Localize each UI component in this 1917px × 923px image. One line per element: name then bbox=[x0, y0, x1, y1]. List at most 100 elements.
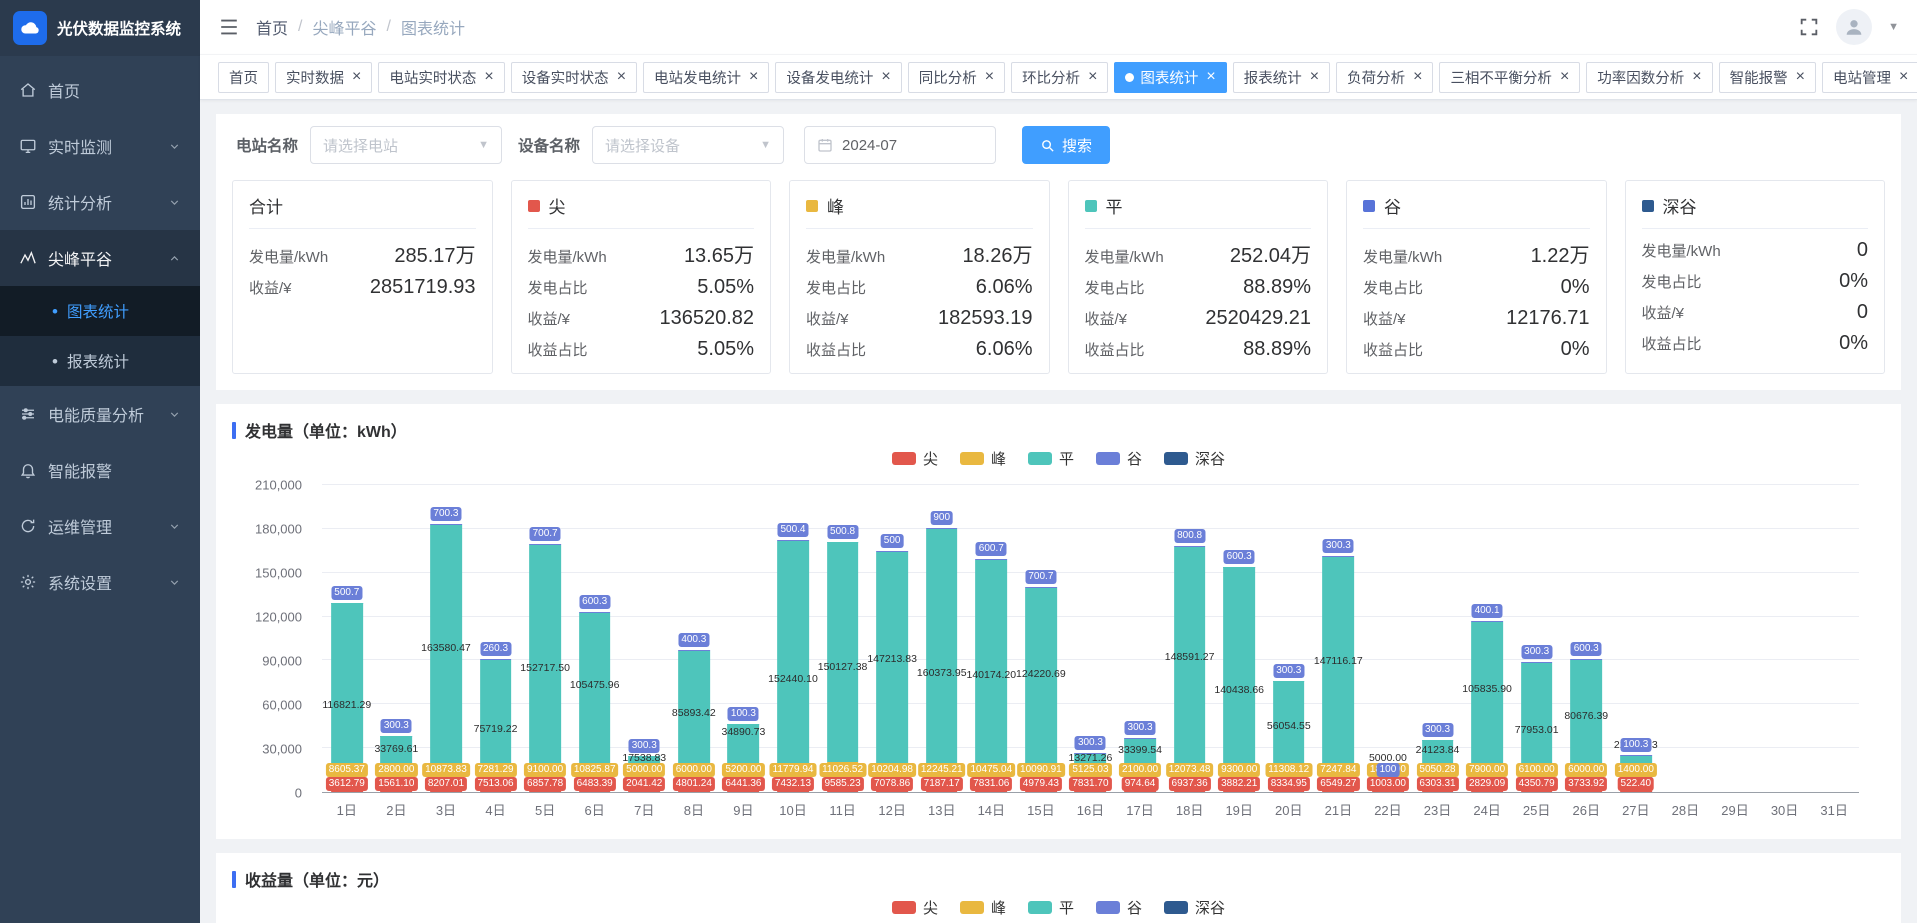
bar-column-15[interactable]: 124220.69 10090.91 4979.43 700.7 15日 bbox=[1016, 485, 1066, 818]
sidebar-item-realtime-monitor[interactable]: 实时监测 bbox=[0, 118, 200, 174]
close-icon[interactable]: × bbox=[881, 69, 890, 85]
tab-report-statistics[interactable]: 报表统计 × bbox=[1232, 61, 1331, 93]
bar-column-14[interactable]: 140174.20 10475.04 7831.06 600.7 14日 bbox=[966, 485, 1016, 818]
sidebar-item-peak-valley[interactable]: 尖峰平谷 bbox=[0, 230, 200, 286]
tab-device-generation-stats[interactable]: 设备发电统计 × bbox=[775, 61, 902, 93]
sidebar-item-chart-statistics[interactable]: • 图表统计 bbox=[0, 286, 200, 336]
ping-value-label: 105475.96 bbox=[569, 678, 620, 691]
tab-yoy-analysis[interactable]: 同比分析 × bbox=[907, 61, 1006, 93]
sidebar-item-statistical-analysis[interactable]: 统计分析 bbox=[0, 174, 200, 230]
legend-item-平[interactable]: 平 bbox=[1027, 897, 1074, 918]
bar-column-6[interactable]: 105475.96 10825.87 6483.39 600.3 6日 bbox=[569, 485, 620, 818]
tab-station-realtime-status[interactable]: 电站实时状态 × bbox=[378, 61, 505, 93]
close-icon[interactable]: × bbox=[985, 69, 994, 85]
bar-column-27[interactable]: 22990.731400.00522.40100.327日 bbox=[1611, 485, 1661, 818]
bar-column-12[interactable]: 147213.83 10204.98 7078.86 500 12日 bbox=[867, 485, 917, 818]
close-icon[interactable]: × bbox=[1413, 69, 1422, 85]
sidebar-item-power-quality-analysis[interactable]: 电能质量分析 bbox=[0, 386, 200, 442]
legend-item-深谷[interactable]: 深谷 bbox=[1164, 448, 1225, 469]
sidebar-item-operation-maintenance[interactable]: 运维管理 bbox=[0, 498, 200, 554]
bar-column-19[interactable]: 140438.66 9300.00 3882.21 600.3 19日 bbox=[1214, 485, 1264, 818]
bar-column-16[interactable]: 13271.26 5125.03 7831.70 300.3 16日 bbox=[1066, 485, 1116, 818]
tab-device-realtime-status[interactable]: 设备实时状态 × bbox=[510, 61, 638, 93]
close-icon[interactable]: × bbox=[1692, 69, 1701, 85]
bar-column-28[interactable]: 28日 bbox=[1661, 485, 1711, 818]
bar-column-7[interactable]: 17538.83 5000.00 2041.42 300.3 7日 bbox=[619, 485, 669, 818]
tab-chart-statistics[interactable]: 图表统计 × bbox=[1114, 61, 1227, 93]
tab-power-factor-analysis[interactable]: 功率因数分析 × bbox=[1586, 61, 1713, 93]
legend-item-尖[interactable]: 尖 bbox=[891, 448, 938, 469]
bar-column-29[interactable]: 29日 bbox=[1710, 485, 1760, 818]
tab-realtime-data[interactable]: 实时数据 × bbox=[275, 61, 373, 93]
month-picker[interactable]: 2024-07 bbox=[804, 126, 997, 164]
close-icon[interactable]: × bbox=[1899, 69, 1908, 85]
bar-column-22[interactable]: 5000.001800.001003.0010022日 bbox=[1363, 485, 1413, 818]
bar-column-17[interactable]: 33399.54 2100.00 974.64 300.3 17日 bbox=[1115, 485, 1165, 818]
bar-column-23[interactable]: 24123.84 5050.28 6303.31 300.3 23日 bbox=[1413, 485, 1463, 818]
x-axis-label: 25日 bbox=[1522, 803, 1551, 818]
bar-column-21[interactable]: 147116.17 7247.84 6549.27 300.3 21日 bbox=[1314, 485, 1364, 818]
bar-column-24[interactable]: 105835.90 7900.00 2829.09 400.1 24日 bbox=[1462, 485, 1512, 818]
jian-value-label: 2829.09 bbox=[1466, 777, 1509, 791]
legend-item-峰[interactable]: 峰 bbox=[959, 448, 1006, 469]
ping-value-label: 85893.42 bbox=[671, 706, 716, 719]
tab-three-phase-unbalance[interactable]: 三相不平衡分析 × bbox=[1439, 61, 1581, 93]
legend-item-谷[interactable]: 谷 bbox=[1096, 448, 1142, 469]
bar-segment-平 bbox=[826, 542, 859, 762]
legend-item-深谷[interactable]: 深谷 bbox=[1164, 897, 1225, 918]
tab-mom-analysis[interactable]: 环比分析 × bbox=[1011, 61, 1109, 93]
tab-station-management[interactable]: 电站管理 × bbox=[1821, 61, 1917, 93]
close-icon[interactable]: × bbox=[1796, 69, 1805, 85]
bar-column-3[interactable]: 163580.47 10873.83 8207.01 700.3 3日 bbox=[421, 485, 471, 818]
close-icon[interactable]: × bbox=[484, 69, 493, 85]
sidebar-item-smart-alarm[interactable]: 智能报警 bbox=[0, 442, 200, 498]
metric-value: 136520.82 bbox=[659, 307, 754, 329]
close-icon[interactable]: × bbox=[749, 69, 758, 85]
bar-column-25[interactable]: 77953.01 6100.00 4350.79 300.3 25日 bbox=[1512, 485, 1562, 818]
metric-value: 6.06% bbox=[975, 338, 1033, 360]
tab-station-generation-stats[interactable]: 电站发电统计 × bbox=[643, 61, 770, 93]
bar-column-13[interactable]: 160373.95 12245.21 7187.17 900 13日 bbox=[917, 485, 967, 818]
search-button[interactable]: 搜索 bbox=[1022, 126, 1111, 164]
bar-column-18[interactable]: 148591.27 12073.48 6937.36 800.8 18日 bbox=[1165, 485, 1214, 818]
tab-home[interactable]: 首页 bbox=[218, 61, 269, 93]
device-select[interactable]: 请选择设备 ▼ bbox=[592, 126, 785, 164]
close-icon[interactable]: × bbox=[1088, 69, 1097, 85]
bar-column-9[interactable]: 34890.73 5200.00 6441.36 100.3 9日 bbox=[719, 485, 769, 818]
bar-column-11[interactable]: 150127.38 11026.52 9585.23 500.8 11日 bbox=[818, 485, 867, 818]
legend-item-平[interactable]: 平 bbox=[1027, 448, 1074, 469]
tab-load-analysis[interactable]: 负荷分析 × bbox=[1336, 61, 1434, 93]
tab-smart-alarm[interactable]: 智能报警 × bbox=[1718, 61, 1816, 93]
sidebar-collapse-button[interactable] bbox=[218, 16, 240, 38]
bar-column-1[interactable]: 116821.29 8605.37 3612.79 500.7 1日 bbox=[322, 485, 372, 818]
bar-column-26[interactable]: 80676.39 6000.00 3733.92 600.3 26日 bbox=[1561, 485, 1611, 818]
bar-column-31[interactable]: 31日 bbox=[1809, 485, 1859, 818]
user-menu-caret-icon[interactable]: ▼ bbox=[1888, 21, 1899, 33]
breadcrumb-item-peak-valley[interactable]: 尖峰平谷 bbox=[312, 15, 376, 39]
bar-column-10[interactable]: 152440.10 11779.94 7432.13 500.4 10日 bbox=[768, 485, 818, 818]
sidebar-item-system-settings[interactable]: 系统设置 bbox=[0, 554, 200, 610]
bar-column-20[interactable]: 56054.55 11308.12 8334.95 300.3 20日 bbox=[1264, 485, 1314, 818]
sidebar-item-report-statistics[interactable]: • 报表统计 bbox=[0, 336, 200, 386]
legend-item-谷[interactable]: 谷 bbox=[1096, 897, 1142, 918]
bar-column-8[interactable]: 85893.42 6000.00 4801.24 400.3 8日 bbox=[669, 485, 719, 818]
legend-item-峰[interactable]: 峰 bbox=[959, 897, 1006, 918]
breadcrumb-item-home[interactable]: 首页 bbox=[256, 15, 288, 39]
close-icon[interactable]: × bbox=[1560, 69, 1569, 85]
jian-value-label: 1561.10 bbox=[375, 777, 418, 791]
bar-column-2[interactable]: 33769.61 2800.00 1561.10 300.3 2日 bbox=[372, 485, 422, 818]
close-icon[interactable]: × bbox=[1206, 69, 1215, 85]
monitor-icon bbox=[19, 137, 37, 155]
sidebar-item-home[interactable]: 首页 bbox=[0, 62, 200, 118]
legend-swatch bbox=[1096, 452, 1120, 465]
bar-column-4[interactable]: 75719.22 7281.29 7513.06 260.3 4日 bbox=[471, 485, 521, 818]
close-icon[interactable]: × bbox=[1310, 69, 1319, 85]
fullscreen-icon[interactable] bbox=[1798, 16, 1820, 38]
legend-item-尖[interactable]: 尖 bbox=[891, 897, 938, 918]
close-icon[interactable]: × bbox=[617, 69, 626, 85]
station-select[interactable]: 请选择电站 ▼ bbox=[310, 126, 503, 164]
bar-column-5[interactable]: 152717.50 9100.00 6857.78 700.7 5日 bbox=[520, 485, 570, 818]
avatar[interactable] bbox=[1836, 9, 1873, 45]
close-icon[interactable]: × bbox=[352, 69, 361, 85]
bar-column-30[interactable]: 30日 bbox=[1760, 485, 1810, 818]
